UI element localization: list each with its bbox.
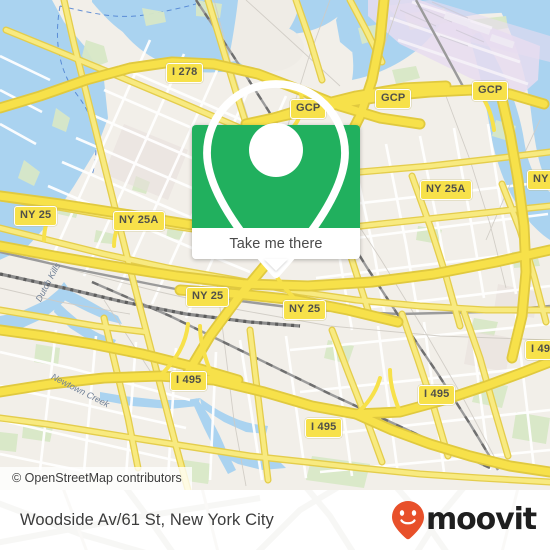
road-shield: I 495	[525, 340, 550, 360]
screenshot-root: I 278 GCP GCP GCP NY 25A NY 2 NY 25 NY 2…	[0, 0, 550, 550]
road-shield: NY 25	[14, 206, 58, 226]
map-canvas[interactable]: I 278 GCP GCP GCP NY 25A NY 2 NY 25 NY 2…	[0, 0, 550, 490]
moovit-smiley-pin-icon	[391, 501, 424, 540]
map-popup-card[interactable]: Take me there	[192, 79, 360, 278]
road-shield: NY 2	[527, 170, 550, 190]
road-shield: NY 25A	[420, 180, 472, 200]
moovit-logo[interactable]: moovit	[391, 500, 537, 540]
road-shield: GCP	[472, 81, 509, 101]
popup-image-area	[192, 79, 360, 278]
osm-attribution[interactable]: © OpenStreetMap contributors	[0, 467, 192, 490]
place-title: Woodside Av/61 St, New York City	[20, 510, 274, 529]
map-pin-icon	[203, 79, 349, 278]
moovit-wordmark: moovit	[425, 502, 537, 537]
road-shield: GCP	[375, 89, 412, 109]
road-shield: I 495	[418, 385, 456, 405]
popup-action-area[interactable]: Take me there	[192, 228, 360, 271]
popup-pointer-tail	[264, 259, 288, 271]
take-me-there-label: Take me there	[229, 235, 323, 252]
road-shield: NY 25A	[113, 211, 165, 231]
bottom-info-bar: Woodside Av/61 St, New York City moovit	[0, 490, 550, 550]
